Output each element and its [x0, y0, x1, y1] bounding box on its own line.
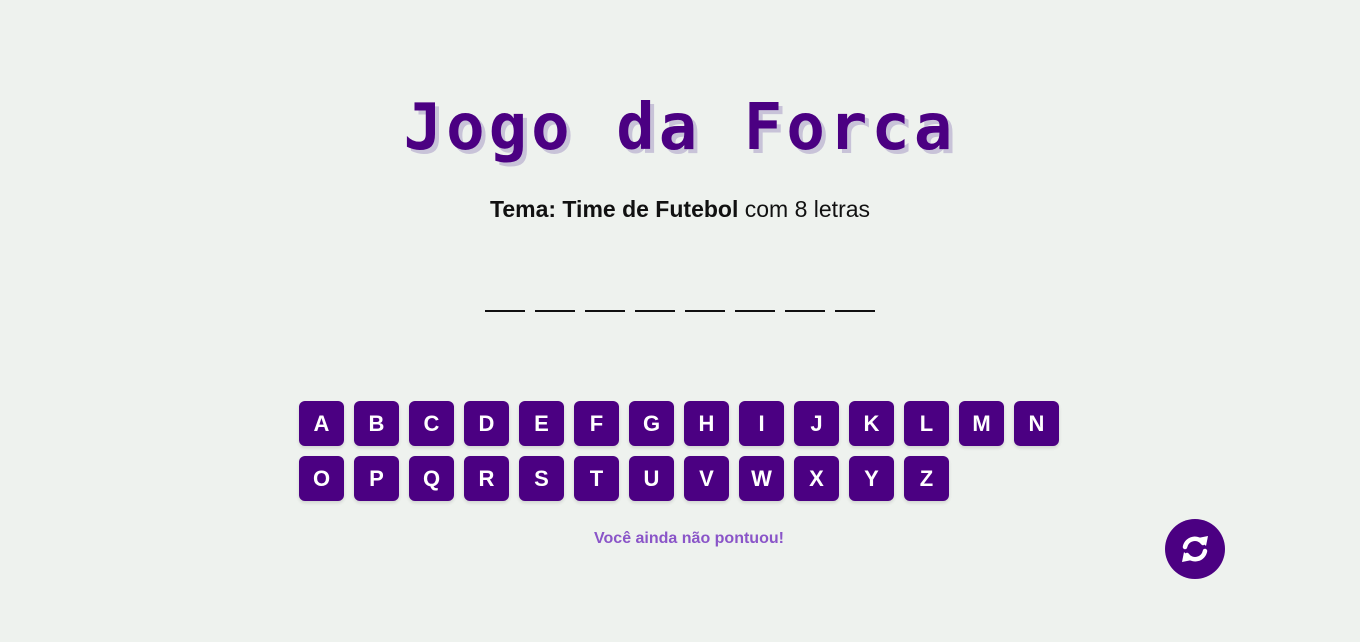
theme-label: Tema: — [489, 196, 557, 222]
letter-slot — [535, 288, 575, 312]
key-c[interactable]: C — [409, 401, 454, 446]
key-j[interactable]: J — [794, 401, 839, 446]
key-k[interactable]: K — [849, 401, 894, 446]
key-z[interactable]: Z — [904, 456, 949, 501]
key-r[interactable]: R — [464, 456, 509, 501]
key-b[interactable]: B — [354, 401, 399, 446]
letter-slot — [785, 288, 825, 312]
key-i[interactable]: I — [739, 401, 784, 446]
key-o[interactable]: O — [299, 456, 344, 501]
letter-slot — [635, 288, 675, 312]
key-m[interactable]: M — [959, 401, 1004, 446]
letter-slot — [735, 288, 775, 312]
word-slots — [0, 288, 1360, 312]
key-l[interactable]: L — [904, 401, 949, 446]
key-y[interactable]: Y — [849, 456, 894, 501]
score-message: Você ainda não pontuou! — [594, 530, 784, 547]
key-e[interactable]: E — [519, 401, 564, 446]
key-f[interactable]: F — [574, 401, 619, 446]
refresh-icon — [1178, 532, 1212, 566]
letter-keyboard: A B C D E F G H I J K L M N O P Q R S T … — [299, 401, 1069, 501]
letter-slot — [485, 288, 525, 312]
key-w[interactable]: W — [739, 456, 784, 501]
key-v[interactable]: V — [684, 456, 729, 501]
letter-slot — [585, 288, 625, 312]
key-d[interactable]: D — [464, 401, 509, 446]
theme-suffix: com 8 letras — [744, 196, 871, 222]
key-g[interactable]: G — [629, 401, 674, 446]
key-n[interactable]: N — [1014, 401, 1059, 446]
key-p[interactable]: P — [354, 456, 399, 501]
restart-button[interactable] — [1165, 519, 1225, 579]
theme-name: Time de Futebol — [562, 196, 739, 222]
key-h[interactable]: H — [684, 401, 729, 446]
key-a[interactable]: A — [299, 401, 344, 446]
key-x[interactable]: X — [794, 456, 839, 501]
page-title: Jogo da Forca — [403, 91, 957, 165]
theme-line: Tema: Time de Futebol com 8 letras — [0, 196, 1360, 223]
letter-slot — [835, 288, 875, 312]
key-s[interactable]: S — [519, 456, 564, 501]
key-u[interactable]: U — [629, 456, 674, 501]
key-q[interactable]: Q — [409, 456, 454, 501]
letter-slot — [685, 288, 725, 312]
key-t[interactable]: T — [574, 456, 619, 501]
